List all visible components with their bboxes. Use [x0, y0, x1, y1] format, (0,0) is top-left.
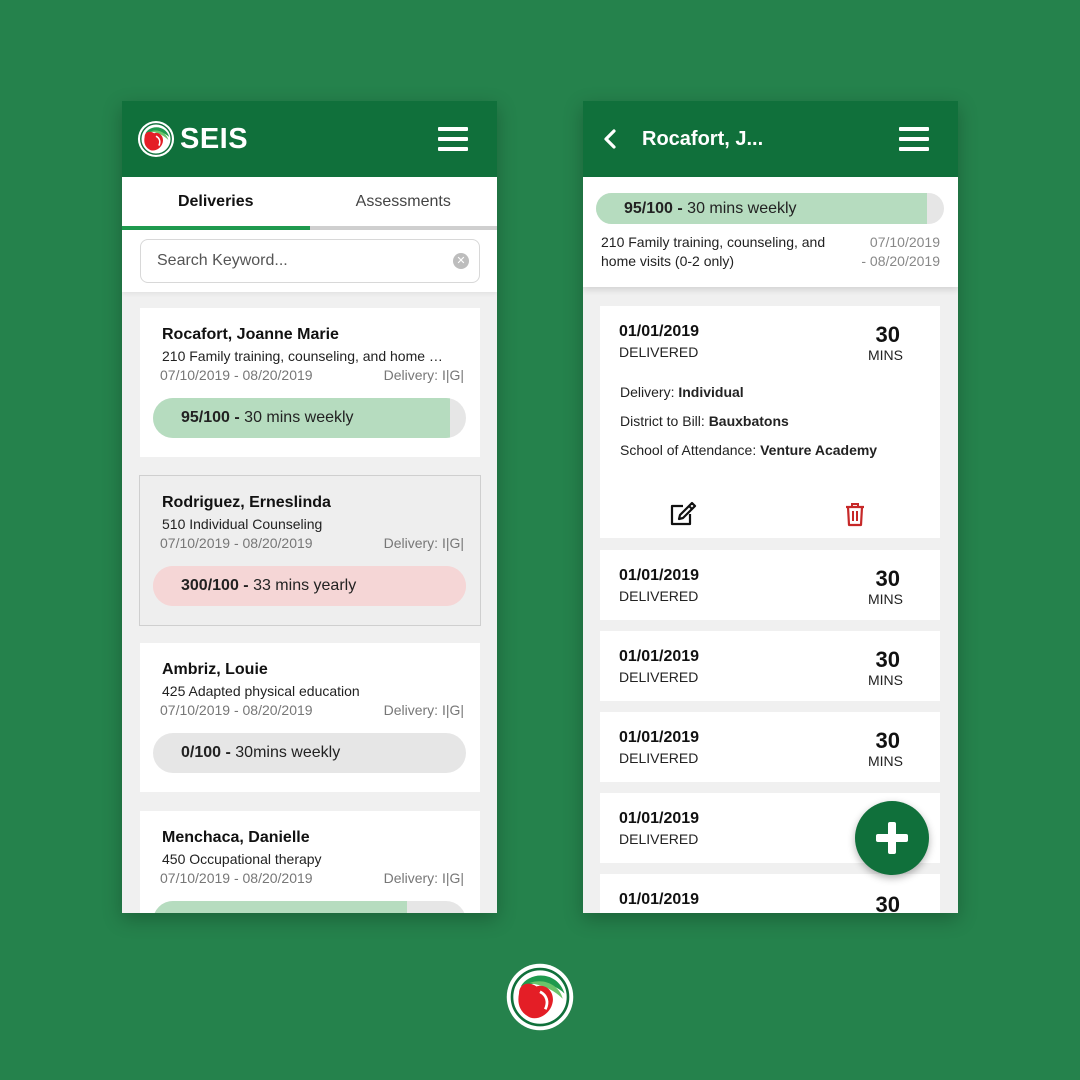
service-description: 210 Family training, counseling, and hom… [162, 348, 443, 364]
progress-value: 95/100 - [624, 200, 683, 217]
progress-value: 0/100 - [181, 744, 231, 761]
detail-header: Rocafort, J... [583, 101, 958, 177]
delivery-card[interactable]: 01/01/2019 DELIVERED 30 MINS [600, 550, 940, 620]
student-name: Rocafort, Joanne Marie [162, 326, 339, 343]
district-to-bill-line: District to Bill: Bauxbatons [620, 413, 789, 429]
delivery-date: 01/01/2019 [619, 891, 700, 908]
app-name: SEIS [180, 123, 249, 155]
delivery-type: Delivery: I|G| [383, 870, 464, 886]
detail-label: School of Attendance: [620, 442, 757, 458]
progress-frequency: 30 mins weekly [244, 409, 354, 426]
delivery-date: 01/01/2019 [619, 810, 700, 827]
delivery-type: Delivery: I|G| [383, 535, 464, 551]
progress-bar: 95/100 - 30 mins weekly [153, 398, 466, 438]
summary-progress-bar: 95/100 - 30 mins weekly [596, 193, 944, 224]
chevron-left-icon[interactable] [599, 125, 621, 153]
delivery-status: DELIVERED [619, 831, 699, 847]
student-card[interactable]: Rocafort, Joanne Marie 210 Family traini… [140, 308, 480, 457]
progress-label: 300/100 - 33 mins yearly [181, 566, 356, 606]
delivery-minutes: 30 [875, 647, 900, 672]
progress-bar [153, 901, 466, 913]
page-title: Rocafort, J... [642, 128, 764, 150]
tab-bar: Deliveries Assessments [122, 177, 497, 230]
service-description: 510 Individual Counseling [162, 516, 323, 532]
hamburger-menu-icon[interactable] [438, 126, 468, 152]
service-end-date: - 08/20/2019 [861, 253, 940, 269]
progress-label: 95/100 - 30 mins weekly [181, 398, 354, 438]
delivery-card[interactable]: 01/01/2019 30 [600, 874, 940, 913]
delivery-date: 01/01/2019 [619, 323, 700, 340]
edit-icon[interactable] [668, 500, 698, 528]
service-description: 425 Adapted physical education [162, 683, 360, 699]
delivery-minutes-unit: MINS [868, 753, 903, 769]
progress-value: 300/100 - [181, 577, 249, 594]
service-dates: 07/10/2019 - 08/20/2019 [160, 870, 313, 886]
search-bar: ✕ [122, 230, 497, 292]
delivery-minutes: 30 [875, 322, 900, 347]
delivery-date: 01/01/2019 [619, 648, 700, 665]
student-name: Ambriz, Louie [162, 661, 268, 678]
delivery-date: 01/01/2019 [619, 567, 700, 584]
detail-value: Individual [678, 384, 744, 400]
progress-bar: 300/100 - 33 mins yearly [153, 566, 466, 606]
progress-frequency: 30 mins weekly [687, 200, 797, 217]
delivery-minutes: 30 [875, 566, 900, 591]
delivery-minutes-unit: MINS [868, 591, 903, 607]
progress-label: 95/100 - 30 mins weekly [624, 193, 797, 224]
school-of-attendance-line: School of Attendance: Venture Academy [620, 442, 877, 458]
service-description: 210 Family training, counseling, and hom… [601, 234, 826, 269]
delivery-type: Delivery: I|G| [383, 702, 464, 718]
student-card[interactable]: Rodriguez, Erneslinda 510 Individual Cou… [139, 475, 481, 626]
delivery-type: Delivery: I|G| [383, 367, 464, 383]
delivery-status: DELIVERED [619, 669, 699, 685]
delivery-minutes-unit: MINS [868, 672, 903, 688]
delivery-minutes: 30 [875, 728, 900, 753]
delivery-status: DELIVERED [619, 588, 699, 604]
service-dates: 07/10/2019 - 08/20/2019 [160, 702, 313, 718]
service-dates: 07/10/2019 - 08/20/2019 [160, 367, 313, 383]
seis-logo-icon [505, 962, 575, 1032]
add-delivery-button[interactable] [855, 801, 929, 875]
student-card[interactable]: Menchaca, Danielle 450 Occupational ther… [140, 811, 480, 913]
detail-value: Venture Academy [760, 442, 878, 458]
app-header: SEIS [122, 101, 497, 177]
progress-bar: 0/100 - 30mins weekly [153, 733, 466, 773]
service-dates: 07/10/2019 - 08/20/2019 [160, 535, 313, 551]
seis-logo-icon [137, 120, 175, 158]
student-name: Rodriguez, Erneslinda [162, 494, 331, 511]
clear-search-icon[interactable]: ✕ [453, 253, 469, 269]
service-summary: 95/100 - 30 mins weekly 210 Family train… [583, 177, 958, 287]
delivery-card[interactable]: 01/01/2019 DELIVERED 30 MINS Delivery: I… [600, 306, 940, 538]
progress-value: 95/100 - [181, 409, 240, 426]
delivery-status: DELIVERED [619, 750, 699, 766]
progress-label: 0/100 - 30mins weekly [181, 733, 340, 773]
hamburger-menu-icon[interactable] [899, 126, 929, 152]
deliveries-list-screen: SEIS Deliveries Assessments ✕ Rocafort, … [122, 101, 497, 913]
service-dates: 07/10/2019 - 08/20/2019 [861, 233, 940, 271]
trash-icon[interactable] [843, 500, 867, 528]
progress-fill [153, 901, 407, 913]
search-input[interactable] [157, 240, 437, 282]
service-description: 450 Occupational therapy [162, 851, 322, 867]
delivery-card[interactable]: 01/01/2019 DELIVERED 30 MINS [600, 631, 940, 701]
search-box: ✕ [140, 239, 480, 283]
detail-label: District to Bill: [620, 413, 705, 429]
service-start-date: 07/10/2019 [869, 234, 940, 250]
detail-value: Bauxbatons [708, 413, 789, 429]
delivery-minutes-unit: MINS [868, 347, 903, 363]
student-detail-screen: 01/01/2019 DELIVERED 30 MINS Delivery: I… [583, 101, 958, 913]
delivery-status: DELIVERED [619, 344, 699, 360]
plus-icon [888, 822, 896, 854]
delivery-type-line: Delivery: Individual [620, 384, 744, 400]
detail-label: Delivery: [620, 384, 675, 400]
delivery-date: 01/01/2019 [619, 729, 700, 746]
tab-assessments[interactable]: Assessments [310, 177, 498, 230]
tab-deliveries[interactable]: Deliveries [122, 177, 310, 230]
student-card[interactable]: Ambriz, Louie 425 Adapted physical educa… [140, 643, 480, 792]
progress-frequency: 33 mins yearly [253, 577, 357, 594]
delivery-card[interactable]: 01/01/2019 DELIVERED 30 MINS [600, 712, 940, 782]
student-name: Menchaca, Danielle [162, 829, 310, 846]
progress-frequency: 30mins weekly [235, 744, 341, 761]
delivery-minutes: 30 [875, 892, 900, 913]
